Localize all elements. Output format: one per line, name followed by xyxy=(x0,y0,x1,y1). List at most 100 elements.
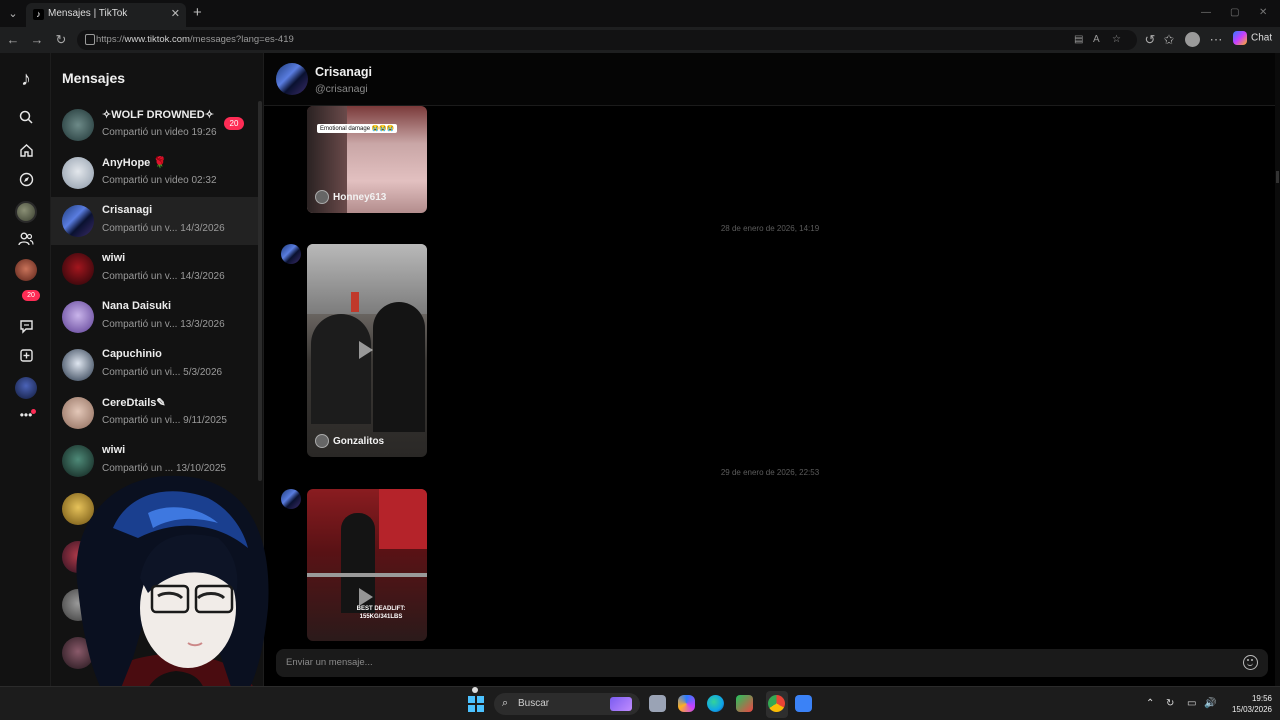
copilot-icon xyxy=(1233,31,1247,45)
video-thumbnail-banner xyxy=(379,489,427,549)
video-author: Gonzalitos xyxy=(315,434,384,448)
emoji-icon[interactable] xyxy=(1243,655,1258,670)
upload-icon[interactable] xyxy=(15,347,37,369)
conversation-item[interactable]: wiwi Compartió un v... 14/3/2026 xyxy=(51,245,258,293)
avatar xyxy=(62,349,94,381)
conversation-name: CereDtails✎ xyxy=(102,397,166,409)
conversation-preview: Compartió un video 19:26 xyxy=(102,127,217,138)
volume-icon[interactable]: 🔊 xyxy=(1204,698,1216,709)
conversation-preview: Compartió un vi... 5/3/2026 xyxy=(102,367,223,378)
notifications-badge: 20 xyxy=(22,290,40,301)
page-scrollbar-thumb[interactable] xyxy=(1276,171,1279,183)
following-avatar-icon[interactable] xyxy=(15,201,37,223)
clock-time: 19:56 xyxy=(1251,694,1272,703)
chat-contact-avatar[interactable] xyxy=(276,63,308,95)
search-icon[interactable] xyxy=(15,108,37,130)
network-icon[interactable]: ▭ xyxy=(1187,698,1196,709)
maximize-window-icon[interactable]: ▢ xyxy=(1230,7,1239,18)
new-tab-icon[interactable]: + xyxy=(193,4,202,21)
notepad-app-icon[interactable] xyxy=(795,695,812,712)
refresh-extension-icon[interactable]: ↺ xyxy=(1142,32,1158,48)
avatar xyxy=(62,109,94,141)
tiktok-favicon-icon: ♪ xyxy=(33,9,44,20)
browser-tab-active[interactable]: ♪ Mensajes | TikTok ✕ xyxy=(26,3,186,27)
shared-video-card[interactable]: Emotional damage 😭😭😭 Honney613 xyxy=(307,106,427,213)
explore-compass-icon[interactable] xyxy=(15,171,37,193)
edge-browser-icon[interactable] xyxy=(707,695,724,712)
chat-contact-name[interactable]: Crisanagi xyxy=(315,65,372,79)
task-view-icon[interactable] xyxy=(649,695,666,712)
shared-video-card[interactable]: Gonzalitos xyxy=(307,244,427,457)
video-caption: BEST DEADLIFT: 155KG/341LBS xyxy=(356,606,406,620)
sender-avatar xyxy=(281,244,301,264)
profile-avatar[interactable] xyxy=(1185,32,1200,47)
conversation-name: wiwi xyxy=(102,444,126,456)
url-text: https://www.tiktok.com/messages?lang=es-… xyxy=(96,34,294,45)
sync-icon[interactable]: ↻ xyxy=(1166,698,1174,709)
video-thumbnail-figure xyxy=(373,302,425,432)
video-author-avatar xyxy=(315,190,329,204)
windows-taskbar: ⌕ Buscar ⌃ ↻ ▭ 🔊 19:56 15/03/2026 xyxy=(0,686,1280,720)
conversation-name: wiwi xyxy=(102,252,126,264)
conversation-preview: Compartió un v... 14/3/2026 xyxy=(102,271,225,282)
message-timestamp: 28 de enero de 2026, 14:19 xyxy=(720,224,820,233)
message-input[interactable]: Enviar un mensaje... xyxy=(286,657,373,668)
conversation-name: Nana Daisuki xyxy=(102,300,172,312)
profile-avatar-icon[interactable] xyxy=(15,377,37,399)
minimize-window-icon[interactable]: — xyxy=(1201,7,1211,18)
live-avatar-icon[interactable] xyxy=(15,259,37,281)
site-info-icon[interactable] xyxy=(85,34,95,45)
conversation-preview: Compartió un v... 13/3/2026 xyxy=(102,319,225,330)
more-menu-notification-dot xyxy=(31,409,36,414)
shared-video-card[interactable]: BEST DEADLIFT: 155KG/341LBS xyxy=(307,489,427,641)
taskbar-search-box[interactable]: ⌕ Buscar xyxy=(494,693,640,715)
taskbar-clock[interactable]: 19:56 15/03/2026 xyxy=(1224,693,1272,715)
start-windows-icon[interactable] xyxy=(468,696,484,712)
conversation-item[interactable]: CereDtails✎ Compartió un vi... 9/11/2025 xyxy=(51,389,258,437)
friends-icon[interactable] xyxy=(15,230,37,252)
page-scrollbar[interactable] xyxy=(1275,53,1280,686)
conversation-item[interactable]: Nana Daisuki Compartió un v... 13/3/2026 xyxy=(51,293,258,341)
browser-toolbar: ← → ↻ https://www.tiktok.com/messages?la… xyxy=(0,27,1280,53)
conversation-item[interactable]: AnyHope 🌹 Compartió un video 02:32 xyxy=(51,149,258,197)
tiktok-logo-icon[interactable]: ♪ xyxy=(15,68,37,90)
show-hidden-icons-icon[interactable]: ⌃ xyxy=(1146,698,1154,709)
taskbar-search-label: Buscar xyxy=(518,698,550,709)
avatar xyxy=(62,253,94,285)
conversation-list-scrollbar[interactable] xyxy=(258,101,262,481)
video-thumbnail-sign xyxy=(351,292,359,312)
close-window-icon[interactable]: ✕ xyxy=(1259,7,1267,18)
message-composer[interactable]: Enviar un mensaje... xyxy=(276,649,1268,677)
chat-header: Crisanagi @crisanagi xyxy=(264,53,1276,106)
address-bar[interactable]: https://www.tiktok.com/messages?lang=es-… xyxy=(77,30,1137,50)
video-caption: Emotional damage 😭😭😭 xyxy=(317,124,398,133)
tab-title: Mensajes | TikTok xyxy=(48,8,128,19)
more-options-icon[interactable]: ⋯ xyxy=(1208,32,1224,48)
more-menu-icon[interactable]: ••• xyxy=(15,404,37,426)
translate-icon[interactable]: A xyxy=(1093,34,1100,45)
chat-panel: Crisanagi @crisanagi Emotional damage 😭😭… xyxy=(263,53,1276,686)
back-icon[interactable]: ← xyxy=(5,32,21,47)
search-highlight-icon xyxy=(610,697,632,711)
store-app-icon[interactable] xyxy=(736,695,753,712)
clock-date: 15/03/2026 xyxy=(1231,705,1272,714)
conversation-item-selected[interactable]: Crisanagi Compartió un v... 14/3/2026 xyxy=(51,197,258,245)
favorite-star-icon[interactable]: ☆ xyxy=(1112,34,1121,45)
home-icon[interactable] xyxy=(15,142,37,164)
chrome-browser-icon[interactable] xyxy=(768,695,785,712)
copilot-chat-button[interactable]: Chat xyxy=(1233,31,1272,45)
messages-icon[interactable] xyxy=(15,318,37,340)
tab-close-icon[interactable]: ✕ xyxy=(171,7,180,20)
reload-icon[interactable]: ↻ xyxy=(53,32,69,48)
conversation-name: AnyHope 🌹 xyxy=(102,157,168,169)
tiktok-side-rail: ♪ 20 ••• xyxy=(0,53,51,686)
taskbar-indicator-dot xyxy=(472,687,478,693)
conversation-item[interactable]: Capuchinio Compartió un vi... 5/3/2026 xyxy=(51,341,258,389)
copilot-app-icon[interactable] xyxy=(678,695,695,712)
conversation-item[interactable]: ✧WOLF DROWNED✧ Compartió un video 19:26 … xyxy=(51,101,258,149)
tab-list-icon[interactable]: ⌄ xyxy=(4,5,22,23)
avatar xyxy=(62,301,94,333)
forward-icon[interactable]: → xyxy=(29,32,45,47)
reader-view-icon[interactable]: ▤ xyxy=(1074,34,1083,45)
favorites-icon[interactable]: ✩ xyxy=(1161,32,1177,48)
